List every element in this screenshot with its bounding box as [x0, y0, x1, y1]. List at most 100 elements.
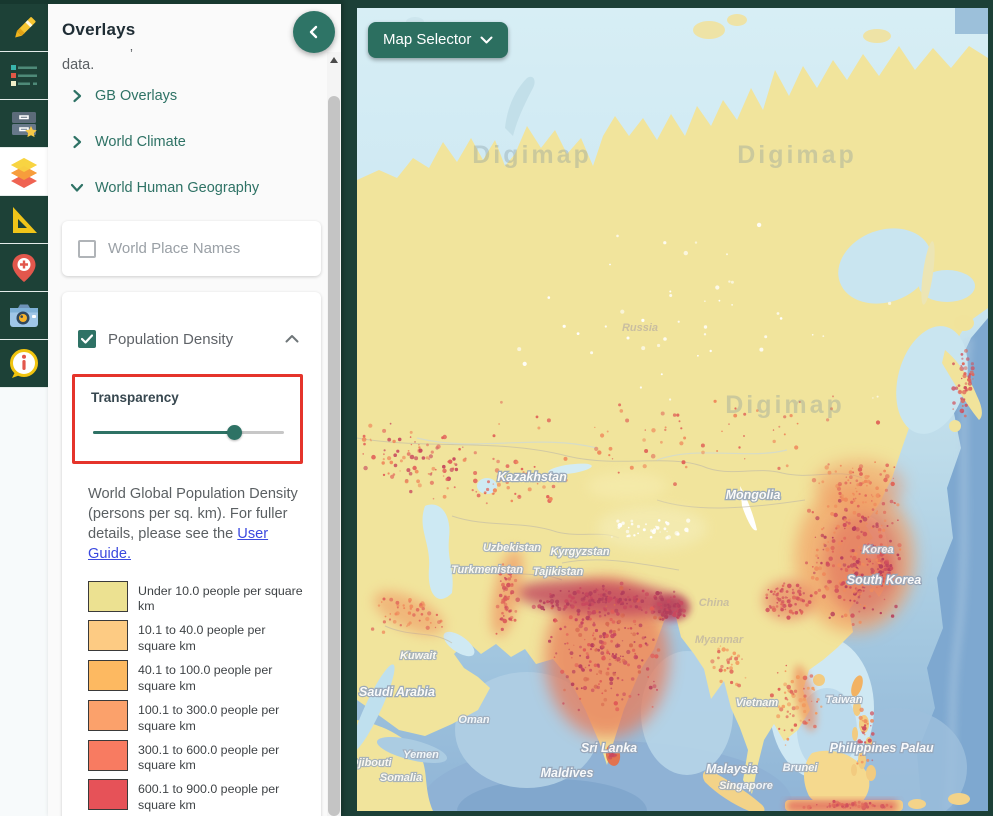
map-label: Oman — [458, 714, 489, 726]
set-square-icon — [9, 205, 39, 235]
layer-description: World Global Population Density (persons… — [88, 484, 310, 565]
chevron-up-icon — [285, 334, 299, 343]
map-label: Myanmar — [695, 634, 744, 646]
map-label: Uzbekistan — [483, 542, 541, 554]
slider-thumb[interactable] — [227, 425, 242, 440]
layer-card-world-place-names: World Place Names — [62, 221, 321, 276]
map-canvas[interactable]: Digimap Digimap Digimap Russia Kazakhstan Mon… — [357, 8, 988, 811]
map-label: Sri Lanka — [581, 741, 637, 755]
map-label: Taiwan — [826, 694, 863, 706]
world-place-names-checkbox[interactable] — [78, 240, 96, 258]
chevron-down-icon — [480, 36, 493, 44]
map-label: Palau — [900, 741, 934, 755]
map-label: Brunei — [783, 762, 819, 774]
clipped-description-text: data. — [62, 57, 323, 73]
archive-star-icon — [9, 109, 39, 139]
population-density-checkbox[interactable] — [78, 330, 96, 348]
legend-swatch — [88, 740, 128, 771]
rail-filler — [0, 388, 48, 816]
info-bubble-icon — [9, 349, 39, 379]
map-frame: Digimap Digimap Digimap Russia Kazakhstan Mon… — [341, 0, 993, 816]
map-label: Kuwait — [400, 650, 437, 662]
map-label: Singapore — [719, 780, 773, 792]
map-label: Turkmenistan — [451, 564, 523, 576]
map-label: Digimap — [737, 141, 857, 169]
chevron-right-icon — [70, 135, 84, 149]
world-place-names-label: World Place Names — [108, 240, 240, 257]
accordion-world-human-geography[interactable]: World Human Geography — [62, 165, 323, 211]
legend-label: Under 10.0 people per square km — [138, 581, 305, 616]
legend-swatch — [88, 779, 128, 810]
map-viewport[interactable]: Digimap Digimap Digimap Russia Kazakhstan Mon… — [357, 8, 988, 811]
map-label: South Korea — [847, 573, 921, 587]
panel-title: Overlays — [62, 20, 323, 40]
layer-card-population-density: Population Density Transparency World Gl… — [62, 292, 321, 816]
map-label: Vietnam — [736, 697, 779, 709]
sidebar-item-measure[interactable] — [0, 196, 48, 244]
map-label: Digimap — [472, 141, 592, 169]
map-label: China — [699, 597, 730, 609]
accordion-label: World Climate — [95, 134, 186, 150]
scrollbar-up-arrow[interactable] — [327, 52, 341, 67]
legend-item: 40.1 to 100.0 people per square km — [88, 660, 305, 695]
population-density-legend: Under 10.0 people per square km 10.1 to 4… — [88, 581, 305, 816]
sidebar-item-saved-maps[interactable] — [0, 100, 48, 148]
legend-item: 100.1 to 300.0 people per square km — [88, 700, 305, 735]
legend-swatch — [88, 700, 128, 731]
map-label: Somalia — [380, 772, 422, 784]
legend-item: 600.1 to 900.0 people per square km — [88, 779, 305, 814]
legend-label: 100.1 to 300.0 people per square km — [138, 700, 305, 735]
map-selector-button[interactable]: Map Selector — [368, 22, 508, 58]
chevron-left-icon — [307, 25, 321, 39]
map-label: Malaysia — [706, 762, 758, 776]
population-density-label: Population Density — [108, 331, 267, 348]
map-label: Digimap — [725, 391, 845, 419]
legend-list-icon — [9, 61, 39, 91]
panel-scrollbar[interactable] — [327, 52, 341, 816]
sidebar-item-draw[interactable] — [0, 4, 48, 52]
accordion-gb-overlays[interactable]: GB Overlays — [62, 73, 323, 119]
sidebar-item-screenshot[interactable] — [0, 292, 48, 340]
sidebar-item-overlays[interactable] — [0, 148, 48, 196]
collapse-section-button[interactable] — [279, 328, 305, 350]
map-label: Russia — [622, 322, 658, 334]
map-label: Korea — [862, 544, 893, 556]
layers-icon — [8, 156, 40, 188]
panel-collapse-button[interactable] — [293, 11, 335, 53]
location-pin-icon — [10, 253, 38, 283]
sidebar-item-add-location[interactable] — [0, 244, 48, 292]
map-label: Maldives — [541, 766, 594, 780]
check-icon — [81, 334, 93, 344]
transparency-label: Transparency — [91, 390, 286, 405]
sidebar-item-map-contents[interactable] — [0, 52, 48, 100]
map-label: Mongolia — [726, 488, 781, 502]
scrollbar-thumb[interactable] — [328, 96, 340, 816]
map-label: Kyrgyzstan — [550, 546, 610, 558]
sidebar-item-info[interactable] — [0, 340, 48, 388]
accordion-label: GB Overlays — [95, 88, 177, 104]
map-label: Philippines — [830, 741, 897, 755]
map-label: Saudi Arabia — [359, 685, 435, 699]
map-label: Yemen — [403, 749, 439, 761]
map-selector-label: Map Selector — [383, 31, 471, 48]
transparency-highlight-box: Transparency — [72, 374, 303, 464]
tool-rail — [0, 0, 48, 816]
chevron-right-icon — [70, 89, 84, 103]
chevron-down-icon — [70, 181, 84, 195]
legend-label: 600.1 to 900.0 people per square km — [138, 779, 305, 814]
legend-label: 40.1 to 100.0 people per square km — [138, 660, 305, 695]
crayon-icon — [9, 13, 39, 43]
legend-label: 10.1 to 40.0 people per square km — [138, 620, 305, 655]
legend-item: 10.1 to 40.0 people per square km — [88, 620, 305, 655]
accordion-label: World Human Geography — [95, 180, 259, 196]
legend-swatch — [88, 581, 128, 612]
map-label: Djibouti — [357, 757, 392, 769]
legend-label: 300.1 to 600.0 people per square km — [138, 740, 305, 775]
transparency-slider[interactable] — [93, 425, 284, 439]
slider-fill — [93, 431, 234, 434]
overlay-accordions: GB Overlays World Climate World Human Geog… — [62, 73, 323, 211]
overlays-panel: ’ Overlays data. GB OverlaysWorld Climat… — [48, 0, 341, 816]
accordion-world-climate[interactable]: World Climate — [62, 119, 323, 165]
map-label: Kazakhstan — [497, 470, 567, 484]
legend-swatch — [88, 620, 128, 651]
